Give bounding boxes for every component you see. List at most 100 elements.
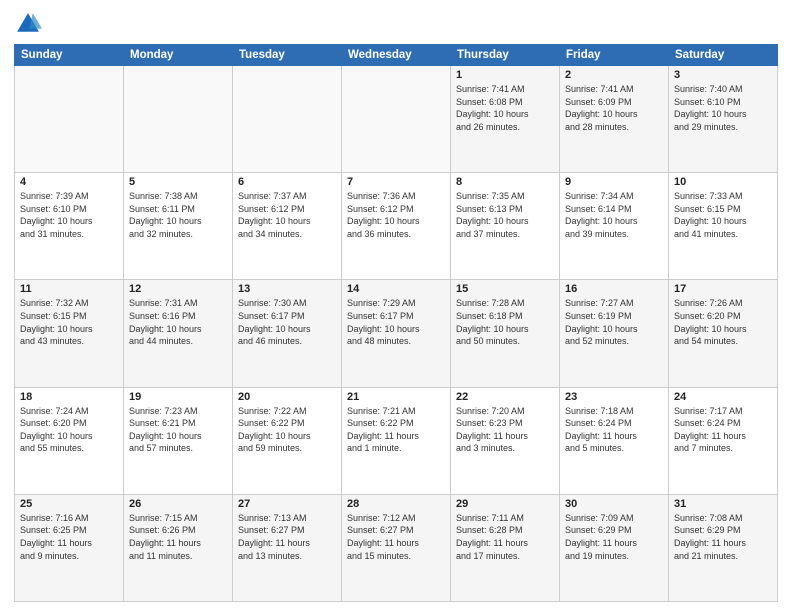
day-number: 29 [456, 498, 554, 510]
calendar-cell: 19 Sunrise: 7:23 AM Sunset: 6:21 PM Dayli… [124, 387, 233, 494]
day-number: 20 [238, 391, 336, 403]
day-info: Sunrise: 7:29 AM Sunset: 6:17 PM Dayligh… [347, 297, 445, 347]
day-number: 12 [129, 283, 227, 295]
day-info: Sunrise: 7:39 AM Sunset: 6:10 PM Dayligh… [20, 190, 118, 240]
day-info: Sunrise: 7:34 AM Sunset: 6:14 PM Dayligh… [565, 190, 663, 240]
day-number: 18 [20, 391, 118, 403]
calendar-cell: 8Sunrise: 7:35 AM Sunset: 6:13 PM Daylig… [451, 173, 560, 280]
day-info: Sunrise: 7:11 AM Sunset: 6:28 PM Dayligh… [456, 512, 554, 562]
day-number: 31 [674, 498, 772, 510]
day-number: 25 [20, 498, 118, 510]
day-number: 7 [347, 176, 445, 188]
day-number: 15 [456, 283, 554, 295]
day-number: 19 [129, 391, 227, 403]
calendar-cell: 22 Sunrise: 7:20 AM Sunset: 6:23 PM Dayli… [451, 387, 560, 494]
calendar-cell: 12 Sunrise: 7:31 AM Sunset: 6:16 PM Dayli… [124, 280, 233, 387]
day-info: Sunrise: 7:38 AM Sunset: 6:11 PM Dayligh… [129, 190, 227, 240]
calendar-cell: 10Sunrise: 7:33 AM Sunset: 6:15 PM Dayli… [669, 173, 778, 280]
day-info: Sunrise: 7:16 AM Sunset: 6:25 PM Dayligh… [20, 512, 118, 562]
day-number: 3 [674, 69, 772, 81]
day-info: Sunrise: 7:23 AM Sunset: 6:21 PM Dayligh… [129, 405, 227, 455]
calendar-cell: 6Sunrise: 7:37 AM Sunset: 6:12 PM Daylig… [233, 173, 342, 280]
day-info: Sunrise: 7:30 AM Sunset: 6:17 PM Dayligh… [238, 297, 336, 347]
day-number: 22 [456, 391, 554, 403]
day-info: Sunrise: 7:15 AM Sunset: 6:26 PM Dayligh… [129, 512, 227, 562]
day-info: Sunrise: 7:12 AM Sunset: 6:27 PM Dayligh… [347, 512, 445, 562]
day-number: 17 [674, 283, 772, 295]
day-number: 16 [565, 283, 663, 295]
calendar-cell: 21 Sunrise: 7:21 AM Sunset: 6:22 PM Dayli… [342, 387, 451, 494]
day-number: 5 [129, 176, 227, 188]
day-number: 21 [347, 391, 445, 403]
calendar-week-row: 11Sunrise: 7:32 AM Sunset: 6:15 PM Dayli… [15, 280, 778, 387]
calendar-week-row: 4 Sunrise: 7:39 AM Sunset: 6:10 PM Daylig… [15, 173, 778, 280]
calendar-header-thursday: Thursday [451, 45, 560, 66]
calendar-cell: 16 Sunrise: 7:27 AM Sunset: 6:19 PM Dayli… [560, 280, 669, 387]
calendar-cell: 3 Sunrise: 7:40 AM Sunset: 6:10 PM Daylig… [669, 66, 778, 173]
calendar-cell: 28 Sunrise: 7:12 AM Sunset: 6:27 PM Dayli… [342, 494, 451, 601]
calendar-week-row: 25 Sunrise: 7:16 AM Sunset: 6:25 PM Dayli… [15, 494, 778, 601]
logo-icon [14, 10, 42, 38]
day-number: 14 [347, 283, 445, 295]
calendar-header-sunday: Sunday [15, 45, 124, 66]
day-number: 1 [456, 69, 554, 81]
day-number: 10 [674, 176, 772, 188]
calendar-cell: 17 Sunrise: 7:26 AM Sunset: 6:20 PM Dayli… [669, 280, 778, 387]
day-info: Sunrise: 7:41 AM Sunset: 6:08 PM Dayligh… [456, 83, 554, 133]
day-info: Sunrise: 7:09 AM Sunset: 6:29 PM Dayligh… [565, 512, 663, 562]
day-number: 2 [565, 69, 663, 81]
day-number: 26 [129, 498, 227, 510]
calendar-cell: 2 Sunrise: 7:41 AM Sunset: 6:09 PM Daylig… [560, 66, 669, 173]
calendar-cell [124, 66, 233, 173]
day-info: Sunrise: 7:41 AM Sunset: 6:09 PM Dayligh… [565, 83, 663, 133]
day-info: Sunrise: 7:40 AM Sunset: 6:10 PM Dayligh… [674, 83, 772, 133]
logo [14, 10, 46, 38]
calendar-cell: 25 Sunrise: 7:16 AM Sunset: 6:25 PM Dayli… [15, 494, 124, 601]
day-number: 4 [20, 176, 118, 188]
calendar-header-monday: Monday [124, 45, 233, 66]
calendar-cell: 4 Sunrise: 7:39 AM Sunset: 6:10 PM Daylig… [15, 173, 124, 280]
calendar-cell: 20 Sunrise: 7:22 AM Sunset: 6:22 PM Dayli… [233, 387, 342, 494]
day-info: Sunrise: 7:20 AM Sunset: 6:23 PM Dayligh… [456, 405, 554, 455]
calendar-cell: 24 Sunrise: 7:17 AM Sunset: 6:24 PM Dayli… [669, 387, 778, 494]
header [14, 10, 778, 38]
calendar-header-row: SundayMondayTuesdayWednesdayThursdayFrid… [15, 45, 778, 66]
calendar-cell: 26 Sunrise: 7:15 AM Sunset: 6:26 PM Dayli… [124, 494, 233, 601]
calendar-cell [342, 66, 451, 173]
day-number: 24 [674, 391, 772, 403]
calendar-cell: 11Sunrise: 7:32 AM Sunset: 6:15 PM Dayli… [15, 280, 124, 387]
day-number: 11 [20, 283, 118, 295]
calendar-cell: 14 Sunrise: 7:29 AM Sunset: 6:17 PM Dayli… [342, 280, 451, 387]
calendar-cell: 15Sunrise: 7:28 AM Sunset: 6:18 PM Dayli… [451, 280, 560, 387]
calendar-cell: 13Sunrise: 7:30 AM Sunset: 6:17 PM Dayli… [233, 280, 342, 387]
calendar-cell: 30Sunrise: 7:09 AM Sunset: 6:29 PM Dayli… [560, 494, 669, 601]
calendar-cell [233, 66, 342, 173]
calendar-cell: 1 Sunrise: 7:41 AM Sunset: 6:08 PM Daylig… [451, 66, 560, 173]
day-info: Sunrise: 7:21 AM Sunset: 6:22 PM Dayligh… [347, 405, 445, 455]
day-info: Sunrise: 7:24 AM Sunset: 6:20 PM Dayligh… [20, 405, 118, 455]
day-info: Sunrise: 7:17 AM Sunset: 6:24 PM Dayligh… [674, 405, 772, 455]
page: SundayMondayTuesdayWednesdayThursdayFrid… [0, 0, 792, 612]
calendar-cell: 27Sunrise: 7:13 AM Sunset: 6:27 PM Dayli… [233, 494, 342, 601]
day-info: Sunrise: 7:35 AM Sunset: 6:13 PM Dayligh… [456, 190, 554, 240]
calendar-table: SundayMondayTuesdayWednesdayThursdayFrid… [14, 44, 778, 602]
calendar-cell: 31Sunrise: 7:08 AM Sunset: 6:29 PM Dayli… [669, 494, 778, 601]
calendar-cell: 5 Sunrise: 7:38 AM Sunset: 6:11 PM Daylig… [124, 173, 233, 280]
day-info: Sunrise: 7:31 AM Sunset: 6:16 PM Dayligh… [129, 297, 227, 347]
calendar-cell: 29 Sunrise: 7:11 AM Sunset: 6:28 PM Dayli… [451, 494, 560, 601]
day-info: Sunrise: 7:27 AM Sunset: 6:19 PM Dayligh… [565, 297, 663, 347]
day-number: 6 [238, 176, 336, 188]
day-info: Sunrise: 7:36 AM Sunset: 6:12 PM Dayligh… [347, 190, 445, 240]
day-number: 23 [565, 391, 663, 403]
calendar-header-wednesday: Wednesday [342, 45, 451, 66]
calendar-header-saturday: Saturday [669, 45, 778, 66]
day-info: Sunrise: 7:26 AM Sunset: 6:20 PM Dayligh… [674, 297, 772, 347]
calendar-cell [15, 66, 124, 173]
day-number: 9 [565, 176, 663, 188]
calendar-header-tuesday: Tuesday [233, 45, 342, 66]
calendar-cell: 7 Sunrise: 7:36 AM Sunset: 6:12 PM Daylig… [342, 173, 451, 280]
calendar-cell: 9 Sunrise: 7:34 AM Sunset: 6:14 PM Daylig… [560, 173, 669, 280]
day-number: 28 [347, 498, 445, 510]
day-info: Sunrise: 7:22 AM Sunset: 6:22 PM Dayligh… [238, 405, 336, 455]
calendar-cell: 23Sunrise: 7:18 AM Sunset: 6:24 PM Dayli… [560, 387, 669, 494]
